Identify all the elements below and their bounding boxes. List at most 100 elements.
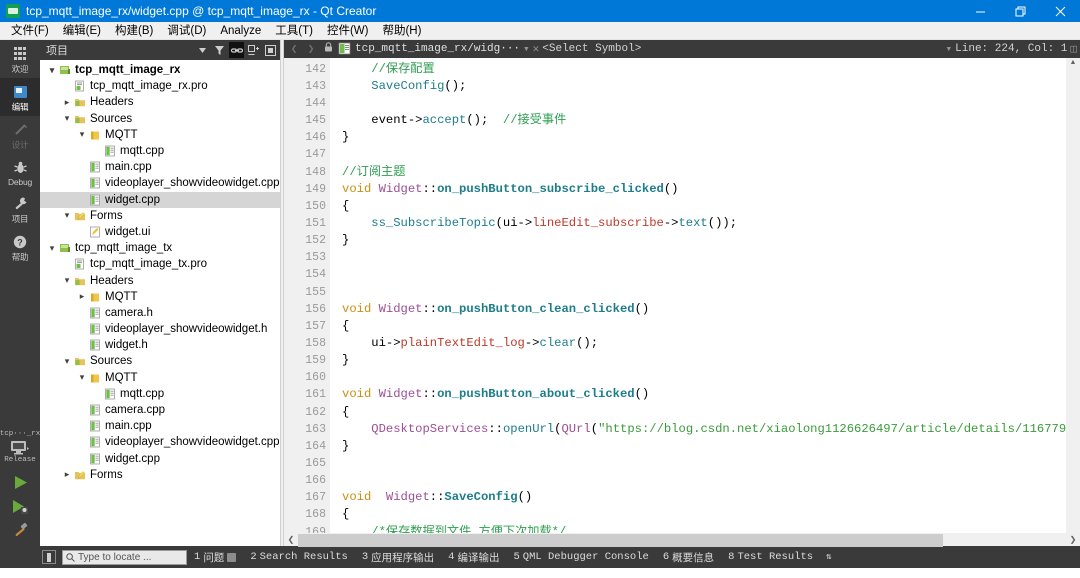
chevron-left-icon[interactable]: ❮ [284,533,298,546]
tree-item[interactable]: ▾tcp_mqtt_image_tx [40,240,280,256]
output-pane-button[interactable]: 6概要信息 [656,550,721,565]
mode-item-edit[interactable]: 编辑 [0,78,40,116]
code-line [342,369,1066,386]
tree-item[interactable]: videoplayer_showvideowidget.cpp [40,434,280,450]
code-token: -> [525,336,540,350]
filter-icon[interactable] [212,42,227,58]
chevron-down-icon[interactable]: ▾ [61,113,73,124]
menu-item-工具t[interactable]: 工具(T) [268,22,320,40]
tree-item[interactable]: ▾Headers [40,272,280,288]
menu-item-文件f[interactable]: 文件(F) [4,22,56,40]
mode-item-bug[interactable]: Debug [0,154,40,190]
symbol-selector[interactable]: <Select Symbol> [542,43,641,55]
menu-item-控件w[interactable]: 控件(W) [320,22,376,40]
tree-item-label: tcp_mqtt_image_rx.pro [87,80,208,92]
tree-item[interactable]: widget.cpp [40,192,280,208]
nav-back-icon[interactable]: ❮ [287,42,301,56]
horizontal-scrollbar[interactable]: ❮ ❯ [284,533,1080,546]
link-sync-icon[interactable] [229,42,244,58]
code-token: ui-> [342,336,401,350]
mode-item-help-question[interactable]: ?帮助 [0,228,40,266]
chevron-down-icon[interactable]: ▾ [61,356,73,367]
chevron-down-icon[interactable]: ▾ [76,372,88,383]
build-hammer-icon[interactable] [7,518,33,542]
tree-item[interactable]: mqtt.cpp [40,386,280,402]
close-icon[interactable] [1040,0,1080,22]
output-pane-button[interactable]: 4编译输出 [441,550,506,565]
tree-item[interactable]: main.cpp [40,418,280,434]
run-play-icon[interactable] [7,470,33,494]
restore-icon[interactable] [1000,0,1040,22]
code-area[interactable]: //保存配置 SaveConfig(); event->accept(); //… [330,58,1066,533]
tree-item[interactable]: ▾MQTT [40,127,280,143]
chevron-down-icon[interactable]: ▾ [946,42,953,56]
fullscreen-icon[interactable] [263,42,278,58]
output-pane-button[interactable]: 1问题 [187,550,243,565]
tree-item-label: mqtt.cpp [117,145,164,157]
tree-item[interactable]: ▾MQTT [40,370,280,386]
output-pane-button[interactable]: 5QML Debugger Console [506,551,655,563]
tree-item[interactable]: videoplayer_showvideowidget.cpp [40,175,280,191]
editor-filename[interactable]: tcp_mqtt_image_rx/widg··· [355,43,520,55]
line-number: 154 [284,266,330,283]
nav-forward-icon[interactable]: ❯ [304,42,318,56]
code-line: } [342,352,1066,369]
chevron-right-icon[interactable]: ▸ [61,469,73,480]
tree-item[interactable]: camera.h [40,305,280,321]
chevron-down-icon[interactable]: ▾ [46,65,58,76]
output-pane-button[interactable]: 3应用程序输出 [355,550,441,565]
mode-item-grid[interactable]: 欢迎 [0,40,40,78]
tree-item[interactable]: ▸Headers [40,94,280,110]
tree-item[interactable]: tcp_mqtt_image_tx.pro [40,256,280,272]
code-line: void Widget::on_pushButton_about_clicked… [342,386,1066,403]
menu-item-编辑e[interactable]: 编辑(E) [56,22,108,40]
menu-item-构建b[interactable]: 构建(B) [108,22,160,40]
chevron-right-icon[interactable]: ▸ [61,97,73,108]
updown-arrows-icon[interactable]: ⇅ [820,552,837,562]
tree-item[interactable]: ▸MQTT [40,289,280,305]
code-token: plainTextEdit_log [401,336,525,350]
close-icon[interactable]: ✕ [533,42,540,56]
minimize-icon[interactable] [960,0,1000,22]
menu-item-analyze[interactable]: Analyze [213,22,268,40]
chevron-right-icon[interactable]: ▸ [76,291,88,302]
tree-item[interactable]: widget.cpp [40,451,280,467]
tree-item[interactable]: videoplayer_showvideowidget.h [40,321,280,337]
output-pane-button[interactable]: 2Search Results [243,551,355,563]
project-tree[interactable]: ▾tcp_mqtt_image_rx tcp_mqtt_image_rx.pro ▸… [40,60,280,546]
vertical-scrollbar[interactable]: ▲ [1066,58,1080,533]
tree-item[interactable]: tcp_mqtt_image_rx.pro [40,78,280,94]
search-input[interactable]: Type to locate ... [62,550,187,565]
menu-item-帮助h[interactable]: 帮助(H) [375,22,428,40]
tree-item[interactable]: mqtt.cpp [40,143,280,159]
window-title: tcp_mqtt_image_rx/widget.cpp @ tcp_mqtt_… [26,4,960,18]
output-pane-button[interactable]: 8Test Results [721,551,820,563]
tree-item[interactable]: ▸Forms [40,467,280,483]
hscroll-thumb[interactable] [298,534,943,547]
tree-item[interactable]: ▾Sources [40,111,280,127]
monitor-icon[interactable] [10,440,30,456]
mode-item-wrench[interactable]: 项目 [0,190,40,228]
chevron-right-icon[interactable]: ❯ [1066,533,1080,546]
tree-item[interactable]: ▾Forms [40,208,280,224]
tree-item[interactable]: ▾Sources [40,353,280,369]
hscroll-track[interactable] [298,533,1066,546]
menu-item-调试d[interactable]: 调试(D) [160,22,213,40]
chevron-up-icon[interactable]: ▲ [1066,59,1080,66]
tree-item[interactable]: main.cpp [40,159,280,175]
chevron-down-icon[interactable]: ▾ [61,210,73,221]
chevron-down-icon[interactable]: ▾ [76,129,88,140]
tree-item[interactable]: camera.cpp [40,402,280,418]
chevron-down-icon[interactable] [195,42,210,58]
chevron-down-icon[interactable]: ▾ [61,275,73,286]
debug-play-icon[interactable] [7,494,33,518]
chevron-down-icon[interactable]: ▾ [46,243,58,254]
split-editor-icon[interactable]: ◫ [1070,42,1077,56]
lock-icon[interactable] [321,42,335,56]
tree-item[interactable]: ▾tcp_mqtt_image_rx [40,62,280,78]
tree-item[interactable]: widget.h [40,337,280,353]
expand-all-icon[interactable] [246,42,261,58]
chevron-down-icon[interactable]: ▾ [523,42,530,56]
tree-item[interactable]: widget.ui [40,224,280,240]
sidebar-toggle-icon[interactable] [42,550,56,564]
